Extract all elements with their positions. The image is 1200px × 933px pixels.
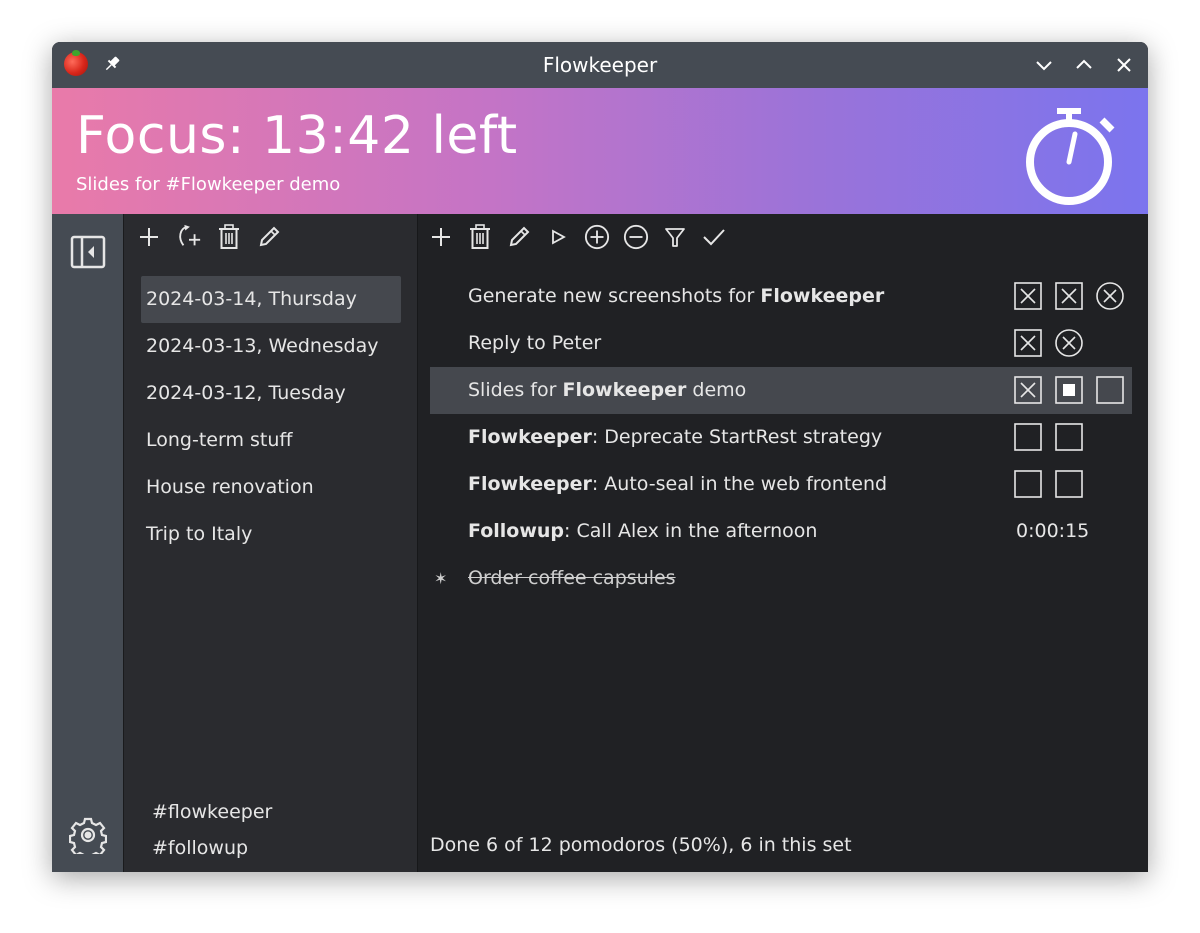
workitem-list: Generate new screenshots for Flowkeeper … (430, 273, 1132, 602)
focus-workitem-text: Slides for #Flowkeeper demo (76, 174, 341, 195)
pomodoro-set (1014, 376, 1132, 404)
stopwatch-icon[interactable] (1024, 98, 1124, 212)
workitem-row[interactable]: Flowkeeper: Auto-seal in the web fronten… (430, 461, 1132, 508)
workitem-title: Flowkeeper: Deprecate StartRest strategy (468, 414, 882, 461)
minimize-icon[interactable] (1034, 55, 1054, 75)
app-tomato-icon[interactable] (64, 50, 88, 76)
workitem-row[interactable]: Reply to Peter (430, 320, 1132, 367)
tag-flowkeeper[interactable]: #flowkeeper (152, 794, 272, 830)
window-title: Flowkeeper (542, 53, 658, 77)
workitem-title: Followup: Call Alex in the afternoon (468, 508, 817, 555)
maximize-icon[interactable] (1074, 55, 1094, 75)
workitem-title-tag: Flowkeeper (760, 285, 885, 307)
backlog-item[interactable]: House renovation (141, 464, 401, 511)
status-text: Done 6 of 12 pomodoros (50%), 6 in this … (430, 834, 852, 856)
tag-list: #flowkeeper #followup (152, 794, 272, 866)
workitems-panel: Generate new screenshots for Flowkeeper … (418, 214, 1148, 872)
workitem-row-selected[interactable]: Slides for Flowkeeper demo (430, 367, 1132, 414)
backlog-item[interactable]: 2024-03-14, Thursday (141, 276, 401, 323)
backlog-list: 2024-03-14, Thursday 2024-03-13, Wednesd… (141, 276, 401, 558)
title-bar[interactable]: Flowkeeper (52, 42, 1148, 88)
add-from-incomplete-icon[interactable] (176, 222, 202, 252)
pomodoro-done-icon[interactable] (1055, 282, 1083, 310)
pin-icon[interactable] (102, 54, 122, 74)
left-rail (52, 214, 124, 872)
backlog-toolbar (136, 222, 282, 252)
focus-timer-text: Focus: 13:42 left (76, 106, 518, 166)
backlog-item[interactable]: Long-term stuff (141, 417, 401, 464)
elapsed-time: 0:00:15 (1016, 520, 1090, 542)
rename-backlog-icon[interactable] (256, 222, 282, 252)
add-pomodoro-icon[interactable] (584, 222, 610, 252)
pomodoro-running-icon[interactable] (1055, 376, 1083, 404)
pomodoro-set (1014, 329, 1132, 357)
add-workitem-icon[interactable] (428, 222, 454, 252)
pomodoro-set (1014, 423, 1132, 451)
complete-icon[interactable] (701, 222, 727, 252)
workitem-title-tag: Flowkeeper (468, 426, 592, 448)
workitem-title-tag: Flowkeeper (468, 473, 592, 495)
close-icon[interactable] (1114, 55, 1134, 75)
workitem-title-rest: : Call Alex in the afternoon (564, 520, 818, 542)
sealed-star-icon: ✶ (434, 569, 448, 588)
remove-pomodoro-icon[interactable] (623, 222, 649, 252)
workitem-title: Reply to Peter (468, 320, 601, 367)
workitem-title-text: Order coffee capsules (468, 567, 676, 589)
pomodoro-new-icon[interactable] (1055, 423, 1083, 451)
workitem-title: Slides for Flowkeeper demo (468, 367, 746, 414)
workitem-title-tag: Followup (468, 520, 565, 542)
pomodoro-set (1014, 282, 1132, 310)
pomodoro-done-icon[interactable] (1014, 376, 1042, 404)
workitem-row-sealed[interactable]: ✶ Order coffee capsules (430, 555, 1132, 602)
workitem-title-rest: : Deprecate StartRest strategy (591, 426, 883, 448)
workitem-row[interactable]: Flowkeeper: Deprecate StartRest strategy (430, 414, 1132, 461)
workitem-title-text: Slides for (468, 379, 563, 401)
tag-followup[interactable]: #followup (152, 830, 272, 866)
pomodoro-new-icon[interactable] (1055, 470, 1083, 498)
add-backlog-icon[interactable] (136, 222, 162, 252)
workitem-title: Generate new screenshots for Flowkeeper (468, 273, 884, 320)
pomodoro-set (1014, 470, 1132, 498)
workitem-title-tag: Flowkeeper (562, 379, 687, 401)
toggle-sidebar-icon[interactable] (70, 234, 106, 274)
workitem-title-text: Generate new screenshots for (468, 285, 761, 307)
delete-backlog-icon[interactable] (216, 222, 242, 252)
pomodoro-done-icon[interactable] (1014, 282, 1042, 310)
filter-icon[interactable] (662, 222, 688, 252)
start-pomodoro-icon[interactable] (545, 222, 571, 252)
workitem-title-text: Reply to Peter (468, 332, 602, 354)
workitem-row[interactable]: Followup: Call Alex in the afternoon 0:0… (430, 508, 1132, 555)
workitem-title: Order coffee capsules (468, 555, 676, 602)
backlog-item[interactable]: 2024-03-12, Tuesday (141, 370, 401, 417)
backlogs-panel: 2024-03-14, Thursday 2024-03-13, Wednesd… (124, 214, 418, 872)
workitem-title: Flowkeeper: Auto-seal in the web fronten… (468, 461, 887, 508)
workitem-row[interactable]: Generate new screenshots for Flowkeeper (430, 273, 1132, 320)
pomodoro-new-icon[interactable] (1014, 423, 1042, 451)
rename-workitem-icon[interactable] (506, 222, 532, 252)
workitem-toolbar (428, 222, 727, 252)
pomodoro-voided-icon[interactable] (1096, 282, 1124, 310)
pomodoro-new-icon[interactable] (1096, 376, 1124, 404)
workitem-title-rest: : Auto-seal in the web frontend (591, 473, 888, 495)
backlog-item[interactable]: Trip to Italy (141, 511, 401, 558)
backlog-item[interactable]: 2024-03-13, Wednesday (141, 323, 401, 370)
workitem-title-rest: demo (686, 379, 747, 401)
pomodoro-done-icon[interactable] (1014, 329, 1042, 357)
pomodoro-voided-icon[interactable] (1055, 329, 1083, 357)
delete-workitem-icon[interactable] (467, 222, 493, 252)
settings-gear-icon[interactable] (68, 816, 108, 861)
app-window: Flowkeeper Focus: 13:42 left Slides for … (52, 42, 1148, 872)
focus-banner: Focus: 13:42 left Slides for #Flowkeeper… (52, 88, 1148, 214)
pomodoro-new-icon[interactable] (1014, 470, 1042, 498)
